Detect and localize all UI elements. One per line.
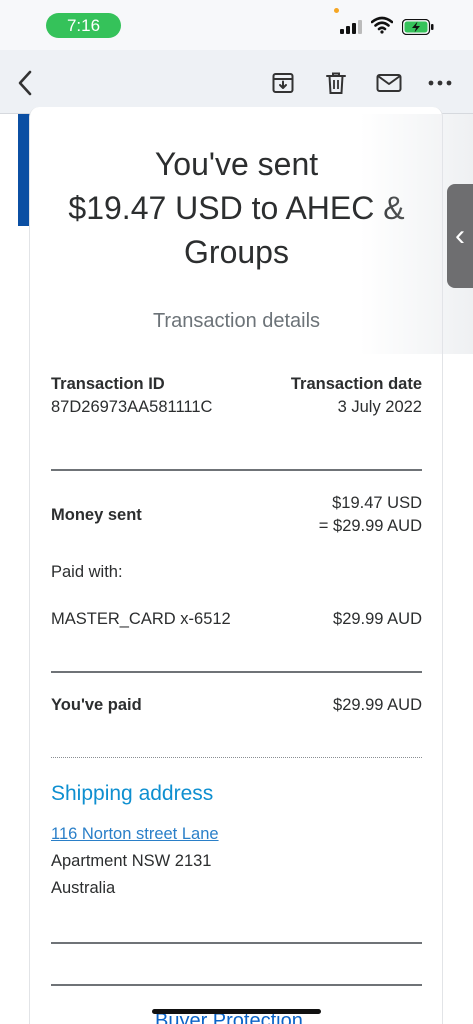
- transaction-id-label: Transaction ID: [51, 375, 165, 393]
- transaction-details-heading: Transaction details: [152, 310, 321, 332]
- transaction-id-value: 87D26973AA581111C: [51, 398, 213, 416]
- reply-mail-button[interactable]: [374, 68, 404, 98]
- divider: [51, 469, 422, 471]
- you-paid-amount: $29.99 AUD: [333, 696, 422, 714]
- mail-icon: [376, 74, 402, 92]
- wifi-icon: [371, 16, 393, 34]
- archive-icon: [272, 73, 294, 93]
- sent-headline: You've sent $19.47 USD to AHEC & Groups: [0, 142, 473, 274]
- home-indicator[interactable]: [152, 1009, 321, 1014]
- mail-toolbar: [0, 50, 473, 114]
- more-options-button[interactable]: [425, 68, 455, 98]
- transaction-date-label: Transaction date: [290, 375, 422, 393]
- divider: [51, 984, 422, 986]
- divider: [51, 671, 422, 673]
- back-button[interactable]: [10, 68, 40, 98]
- address-country: Australia: [51, 879, 116, 897]
- card-name: MASTER_CARD x-6512: [51, 610, 231, 628]
- divider: [51, 942, 422, 944]
- status-bar: 7:16: [0, 0, 473, 50]
- cellular-signal-icon: [340, 20, 364, 34]
- status-time: 7:16: [46, 13, 121, 38]
- money-sent-label: Money sent: [51, 506, 142, 524]
- transaction-date-value: 3 July 2022: [337, 398, 422, 416]
- archive-button[interactable]: [268, 68, 298, 98]
- delete-button[interactable]: [321, 68, 351, 98]
- headline-line: $19.47 USD to AHEC &: [68, 190, 405, 226]
- shipping-address-heading: Shipping address: [51, 782, 214, 805]
- money-sent-usd: $19.47 USD: [332, 494, 422, 512]
- privacy-indicator-dot: [334, 8, 339, 13]
- battery-charging-icon: [402, 19, 434, 35]
- ellipsis-icon: [428, 80, 452, 86]
- you-paid-label: You've paid: [51, 696, 142, 714]
- trash-icon: [326, 72, 346, 94]
- card-amount: $29.99 AUD: [333, 610, 422, 628]
- chevron-left-icon: [18, 70, 32, 96]
- address-line-link[interactable]: 116 Norton street Lane: [51, 825, 219, 844]
- paid-with-label: Paid with:: [51, 563, 123, 581]
- headline-line: You've sent: [154, 146, 319, 182]
- side-panel-tab[interactable]: ‹: [447, 184, 473, 288]
- divider: [51, 757, 422, 758]
- money-sent-aud: = $29.99 AUD: [318, 517, 422, 535]
- chevron-left-icon: ‹: [455, 219, 465, 252]
- address-line: Apartment NSW 2131: [51, 852, 212, 870]
- headline-line: Groups: [184, 234, 289, 270]
